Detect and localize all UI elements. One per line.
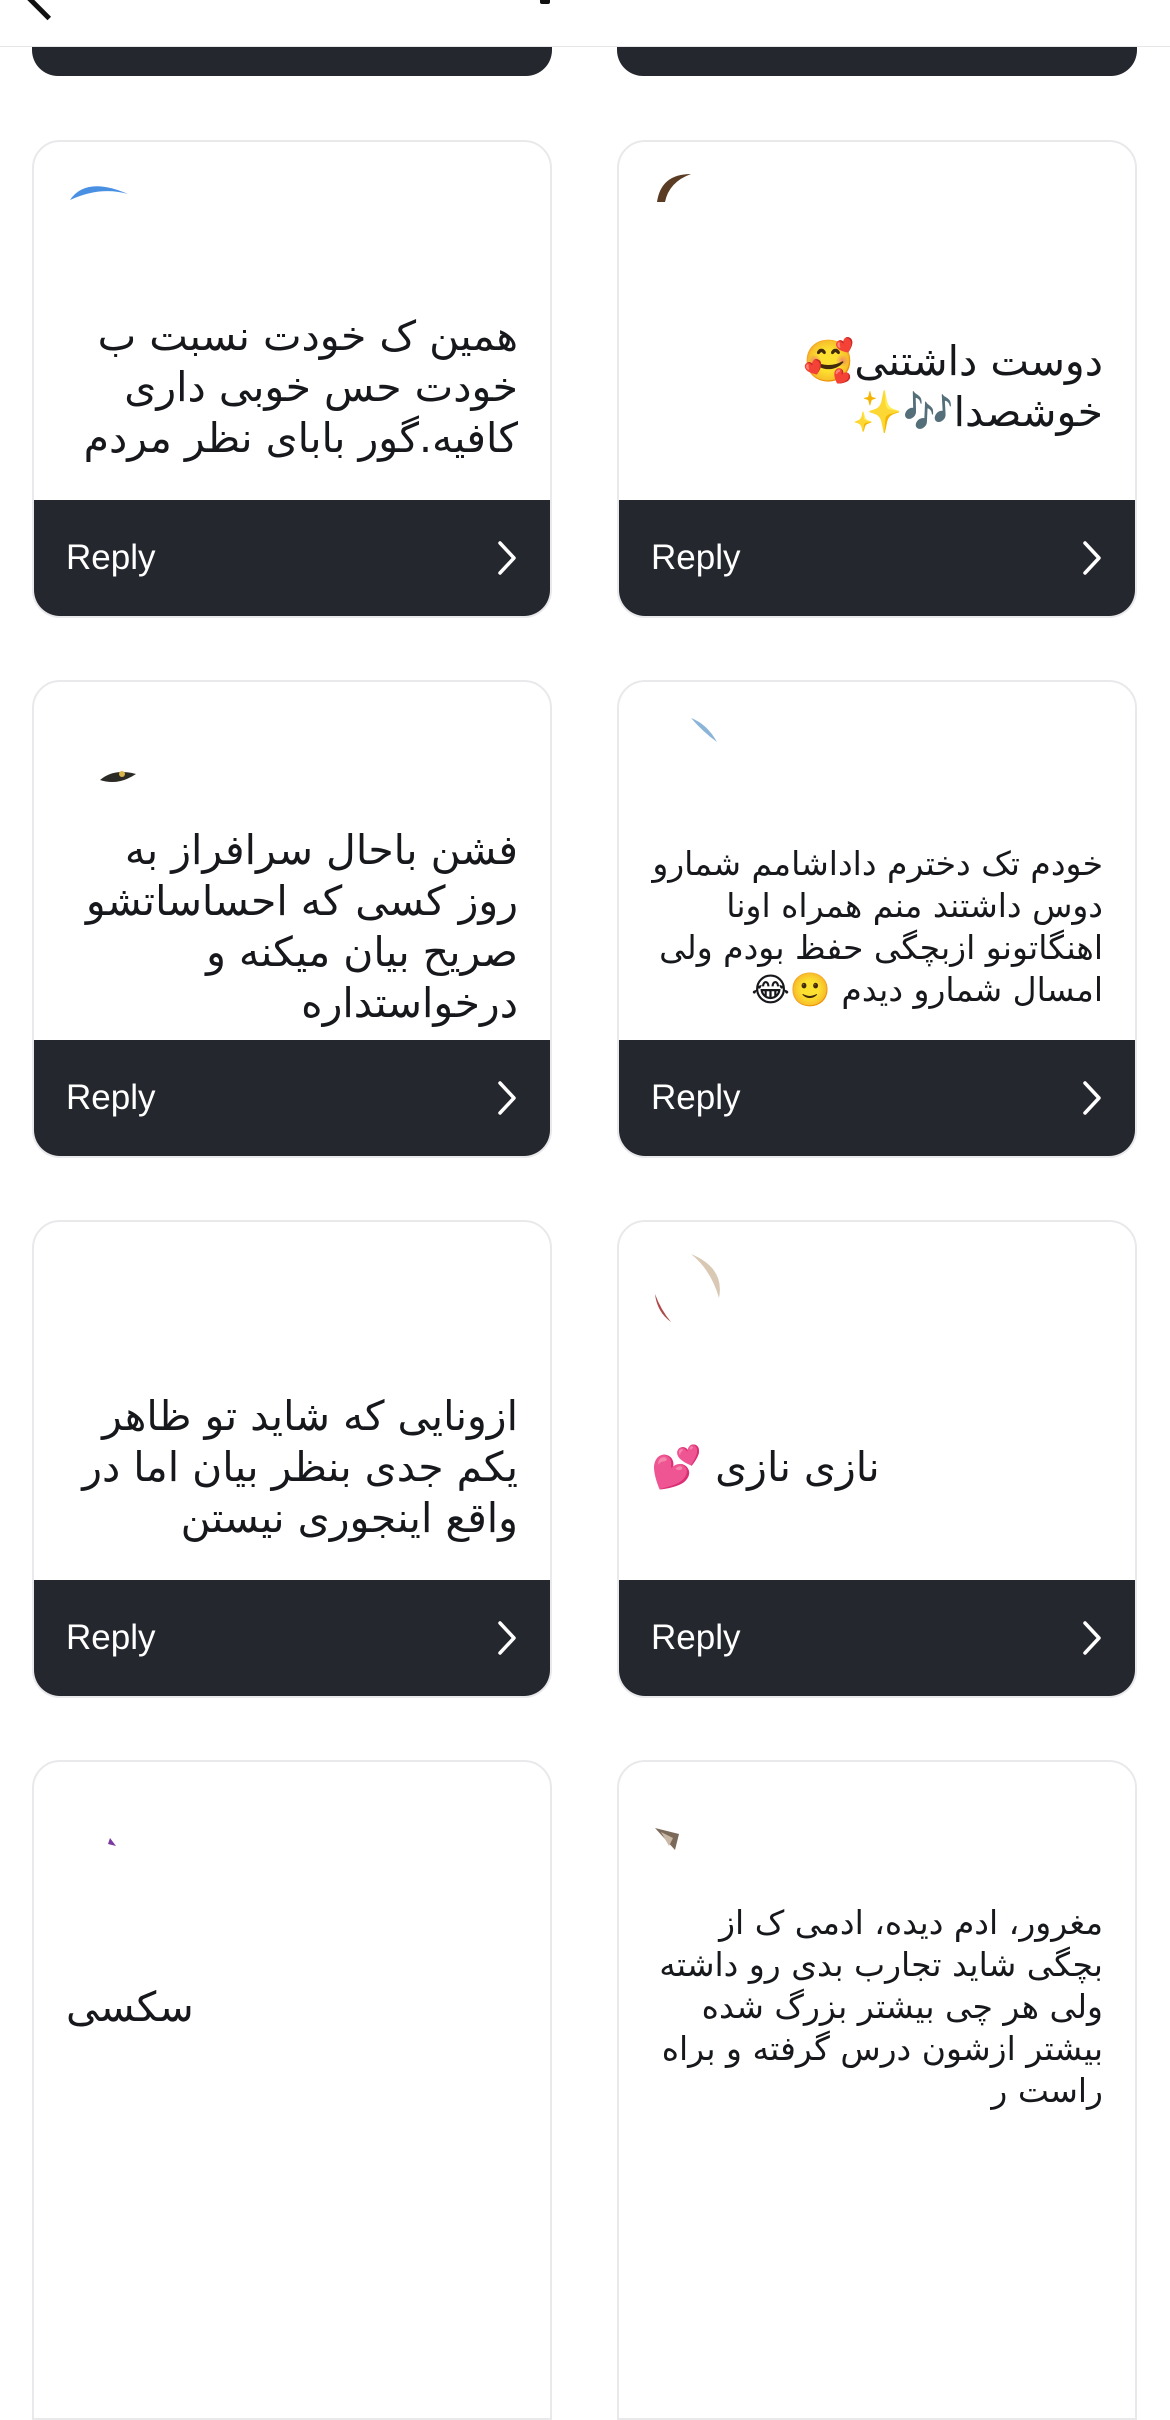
chevron-right-icon	[1081, 540, 1103, 576]
reply-button[interactable]: Reply	[619, 1580, 1135, 1696]
chevron-right-icon	[1081, 1620, 1103, 1656]
avatar	[651, 1788, 725, 1862]
response-text: مغرور، ادم دیده، ادمی ک از بچگی شاید تجا…	[659, 1903, 1103, 2110]
back-chevron-icon[interactable]	[22, 0, 73, 21]
response-card: نازی نازی 💕 Reply	[617, 1220, 1137, 1698]
response-card: ازونایی که شاید تو ظاهر یکم جدی بنظر بیا…	[32, 1220, 552, 1698]
reply-label: Reply	[651, 1078, 741, 1117]
response-text: نازی نازی 💕	[651, 1442, 880, 1491]
avatar	[651, 168, 725, 242]
reply-label: Reply	[66, 538, 156, 577]
response-card: فشن باحال سرافراز به روز کسی که احساساتش…	[32, 680, 552, 1158]
response-text: دوست داشتنی🥰 خوشصدا🎶✨	[803, 337, 1103, 436]
response-card: مغرور، ادم دیده، ادمی ک از بچگی شاید تجا…	[617, 1760, 1137, 2420]
avatar	[66, 1788, 140, 1862]
chevron-right-icon	[496, 1620, 518, 1656]
avatar	[651, 708, 725, 782]
chevron-right-icon	[496, 1080, 518, 1116]
reply-label: Reply	[651, 538, 741, 577]
response-card: دوست داشتنی🥰 خوشصدا🎶✨ Reply	[617, 140, 1137, 618]
response-text: خودم تک دخترم داداشامم شمارو دوس داشتند …	[652, 844, 1103, 1009]
response-card: سکسی	[32, 1760, 552, 2420]
reply-button[interactable]: Reply	[34, 1580, 550, 1696]
reply-button[interactable]: Reply	[619, 500, 1135, 616]
response-text: فشن باحال سرافراز به روز کسی که احساساتش…	[85, 826, 518, 1027]
response-text: ازونایی که شاید تو ظاهر یکم جدی بنظر بیا…	[82, 1391, 518, 1542]
chevron-right-icon	[1081, 1080, 1103, 1116]
avatar	[66, 168, 140, 242]
reply-label: Reply	[651, 1618, 741, 1657]
page-title	[540, 0, 550, 4]
response-card: همین ک خودت نسبت ب خودت حس خوبی داری کاف…	[32, 140, 552, 618]
reply-button[interactable]: Reply	[619, 1040, 1135, 1156]
reply-button[interactable]: Reply	[34, 500, 550, 616]
reply-label: Reply	[66, 1618, 156, 1657]
response-card: خودم تک دخترم داداشامم شمارو دوس داشتند …	[617, 680, 1137, 1158]
response-text: سکسی	[66, 1982, 194, 2031]
avatar	[66, 1248, 140, 1322]
reply-label: Reply	[66, 1078, 156, 1117]
chevron-right-icon	[496, 540, 518, 576]
avatar	[651, 1248, 725, 1322]
reply-button[interactable]: Reply	[34, 1040, 550, 1156]
top-nav-bar	[0, 0, 1170, 47]
response-text: همین ک خودت نسبت ب خودت حس خوبی داری کاف…	[83, 311, 518, 462]
avatar	[66, 708, 140, 782]
